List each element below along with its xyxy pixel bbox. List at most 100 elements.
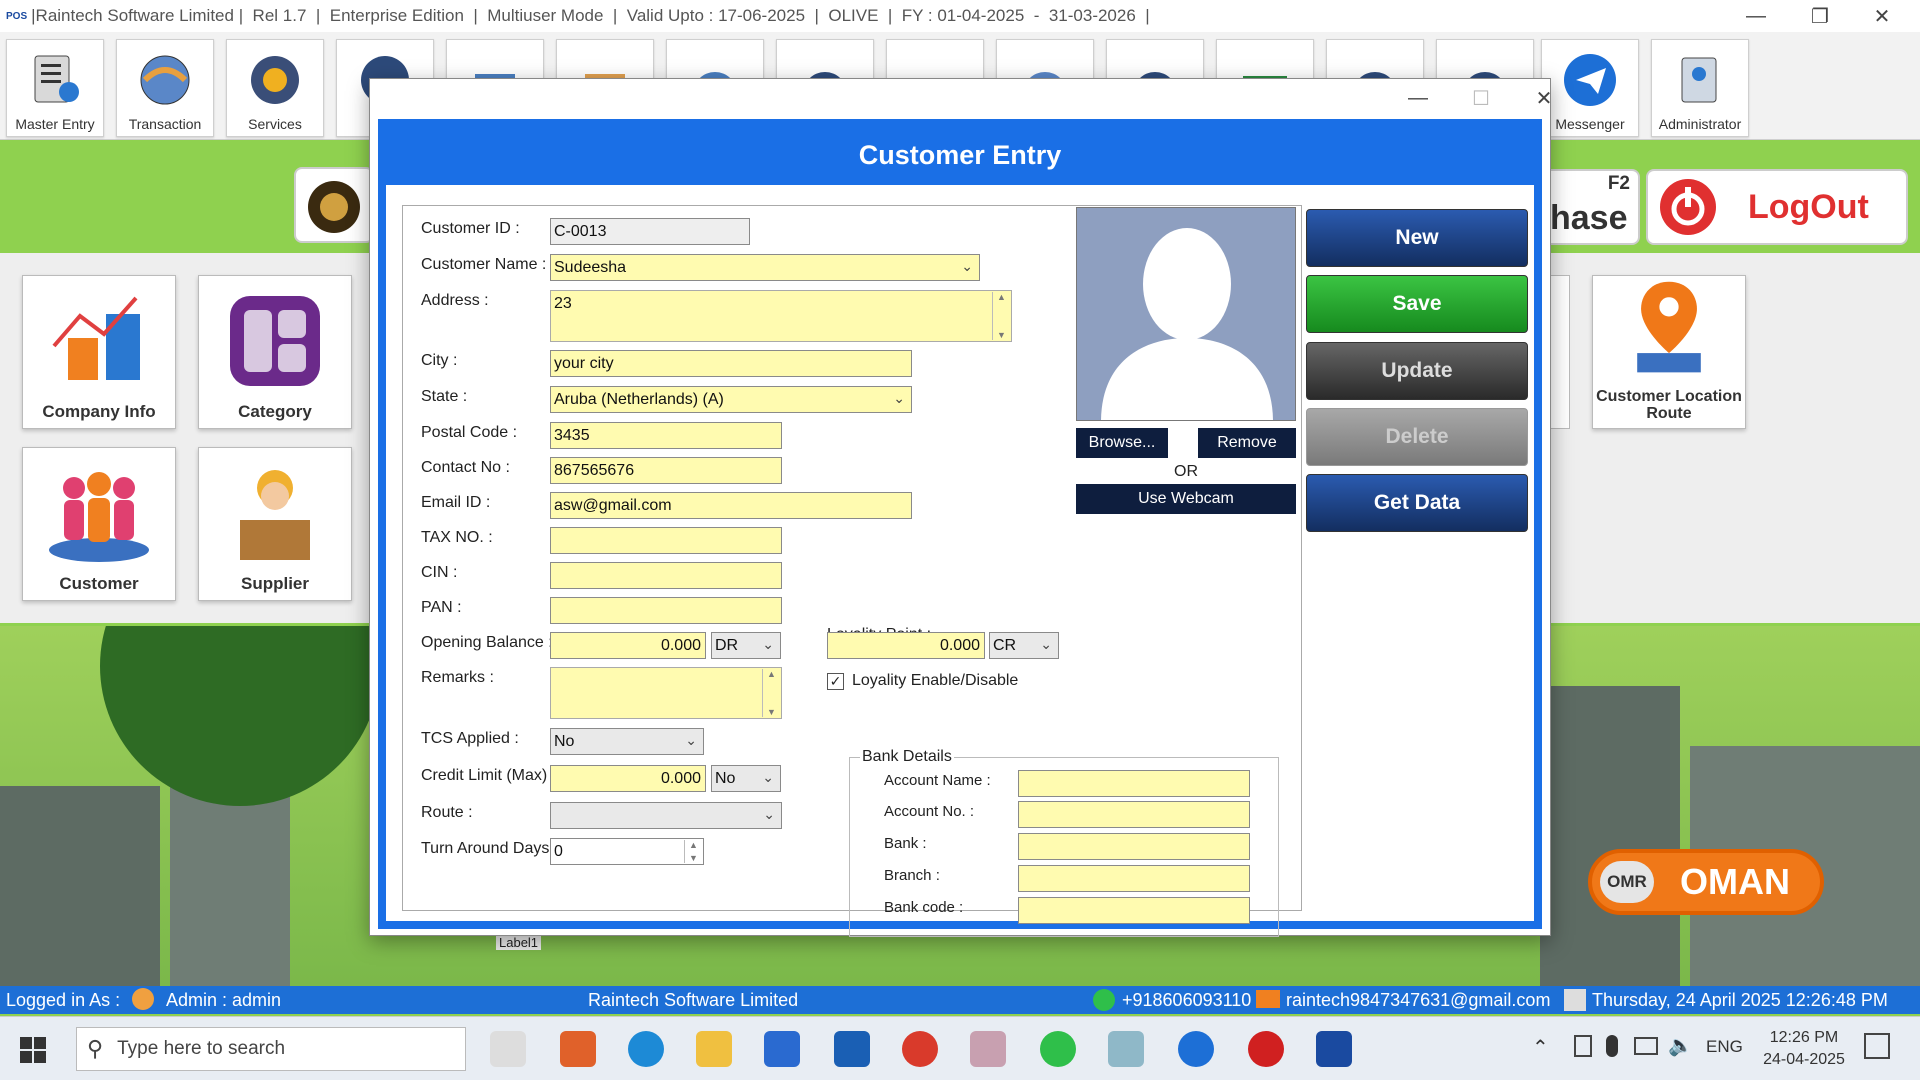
chevron-down-icon[interactable]: ⌄ bbox=[893, 390, 905, 407]
get-data-button[interactable]: Get Data bbox=[1306, 474, 1528, 532]
customer-location-route-tile[interactable]: Customer Location Route bbox=[1592, 275, 1746, 429]
outlook-icon[interactable] bbox=[834, 1031, 870, 1067]
state-select[interactable]: Aruba (Netherlands) (A) ⌄ bbox=[550, 386, 912, 413]
save-button[interactable]: Save bbox=[1306, 275, 1528, 333]
administrator-button[interactable]: Administrator bbox=[1651, 39, 1749, 137]
restore-icon[interactable]: ❐ bbox=[1790, 0, 1850, 32]
customer-name-label: Customer Name : bbox=[421, 256, 547, 273]
remove-photo-button[interactable]: Remove bbox=[1198, 428, 1296, 458]
chevron-down-icon[interactable]: ⌄ bbox=[762, 769, 774, 786]
whatsapp-taskbar-icon[interactable] bbox=[1040, 1031, 1076, 1067]
task-view-icon[interactable] bbox=[490, 1031, 526, 1067]
transaction-button[interactable]: Transaction bbox=[116, 39, 214, 137]
account-no-field[interactable] bbox=[1018, 801, 1250, 828]
services-button[interactable]: Services bbox=[226, 39, 324, 137]
remarks-field[interactable]: ▲ ▼ bbox=[550, 667, 782, 719]
notification-icon[interactable] bbox=[1864, 1033, 1890, 1059]
chrome-icon[interactable] bbox=[902, 1031, 938, 1067]
email-field[interactable]: asw@gmail.com bbox=[550, 492, 912, 519]
network-tray-icon[interactable] bbox=[1634, 1037, 1658, 1055]
state-value: Aruba (Netherlands) (A) bbox=[554, 391, 724, 408]
or-separator: OR bbox=[1174, 463, 1198, 480]
bank-field[interactable] bbox=[1018, 833, 1250, 860]
volume-icon[interactable]: 🔈 bbox=[1668, 1033, 1693, 1058]
browse-button[interactable]: Browse... bbox=[1076, 428, 1168, 458]
city-field[interactable]: your city bbox=[550, 350, 912, 377]
tax-no-field[interactable] bbox=[550, 527, 782, 554]
customer-entry-dialog: — ☐ ✕ Customer Entry Customer ID : Custo… bbox=[369, 78, 1552, 937]
taskbar-search-box[interactable]: ⚲ Type here to search bbox=[76, 1027, 466, 1071]
notepad-icon[interactable] bbox=[1108, 1031, 1144, 1067]
chevron-down-icon[interactable]: ⌄ bbox=[763, 806, 775, 823]
customer-name-combo[interactable]: Sudeesha ⌄ bbox=[550, 254, 980, 281]
branch-field[interactable] bbox=[1018, 865, 1250, 892]
lion-logo-button[interactable] bbox=[294, 167, 374, 243]
contact-no-field[interactable]: 867565676 bbox=[550, 457, 782, 484]
logout-button[interactable]: LogOut bbox=[1646, 169, 1908, 245]
taskbar-clock[interactable]: 12:26 PM 24-04-2025 bbox=[1756, 1027, 1852, 1071]
messenger-taskbar-icon[interactable] bbox=[1178, 1031, 1214, 1067]
master-entry-button[interactable]: Master Entry bbox=[6, 39, 104, 137]
remarks-scrollbar[interactable]: ▲ ▼ bbox=[762, 669, 780, 717]
spin-up-icon[interactable]: ▲ bbox=[689, 840, 698, 850]
tcs-applied-select[interactable]: No ⌄ bbox=[550, 728, 704, 755]
dialog-close-icon[interactable]: ✕ bbox=[1516, 83, 1572, 113]
chevron-down-icon[interactable]: ⌄ bbox=[1040, 636, 1052, 653]
customer-tile[interactable]: Customer bbox=[22, 447, 176, 601]
status-bar: Logged in As : Admin : admin Raintech So… bbox=[0, 986, 1920, 1014]
scroll-down-icon[interactable]: ▼ bbox=[997, 330, 1006, 340]
microphone-icon[interactable] bbox=[1606, 1035, 1618, 1057]
cin-field[interactable] bbox=[550, 562, 782, 589]
pan-field[interactable] bbox=[550, 597, 782, 624]
turn-around-days-spinner[interactable]: ▲ ▼ bbox=[684, 840, 702, 863]
windows-start-icon[interactable] bbox=[18, 1035, 48, 1065]
opening-balance-label: Opening Balance : bbox=[421, 634, 553, 651]
company-info-tile[interactable]: Company Info bbox=[22, 275, 176, 429]
chevron-down-icon[interactable]: ⌄ bbox=[685, 732, 697, 749]
address-scrollbar[interactable]: ▲ ▼ bbox=[992, 292, 1010, 340]
account-name-field[interactable] bbox=[1018, 770, 1250, 797]
raintech-taskbar-icon[interactable] bbox=[1316, 1031, 1352, 1067]
opening-balance-field[interactable]: 0.000 bbox=[550, 632, 706, 659]
use-webcam-button[interactable]: Use Webcam bbox=[1076, 484, 1296, 514]
dialog-minimize-icon[interactable]: — bbox=[1390, 83, 1446, 113]
edge-icon[interactable] bbox=[628, 1031, 664, 1067]
app-taskbar-icon[interactable] bbox=[1248, 1031, 1284, 1067]
credit-limit-field[interactable]: 0.000 bbox=[550, 765, 706, 792]
scroll-up-icon[interactable]: ▲ bbox=[767, 669, 776, 679]
address-field[interactable]: 23 ▲ ▼ bbox=[550, 290, 1012, 342]
chevron-down-icon[interactable]: ⌄ bbox=[762, 636, 774, 653]
bank-code-field[interactable] bbox=[1018, 897, 1250, 924]
cin-label: CIN : bbox=[421, 564, 458, 581]
tray-chevron-icon[interactable]: ⌃ bbox=[1532, 1035, 1549, 1060]
loyalty-enable-checkbox[interactable]: ✓ Loyality Enable/Disable bbox=[827, 672, 1018, 690]
store-icon[interactable] bbox=[764, 1031, 800, 1067]
file-explorer-icon[interactable] bbox=[696, 1031, 732, 1067]
route-select[interactable]: ⌄ bbox=[550, 802, 782, 829]
opening-balance-type-select[interactable]: DR ⌄ bbox=[711, 632, 781, 659]
scroll-down-icon[interactable]: ▼ bbox=[767, 707, 776, 717]
credit-limit-flag-select[interactable]: No ⌄ bbox=[711, 765, 781, 792]
customer-id-field[interactable]: C-0013 bbox=[550, 218, 750, 245]
office-icon[interactable] bbox=[560, 1031, 596, 1067]
close-icon[interactable]: ✕ bbox=[1852, 0, 1912, 32]
turn-around-days-field[interactable]: 0 ▲ ▼ bbox=[550, 838, 704, 865]
category-tile[interactable]: Category bbox=[198, 275, 352, 429]
postal-code-field[interactable]: 3435 bbox=[550, 422, 782, 449]
loyalty-point-type-select[interactable]: CR ⌄ bbox=[989, 632, 1059, 659]
spin-down-icon[interactable]: ▼ bbox=[689, 853, 698, 863]
checkbox-checked-icon[interactable]: ✓ bbox=[827, 672, 844, 690]
purchase-key-label: F2 bbox=[1607, 173, 1630, 194]
language-indicator[interactable]: ENG bbox=[1706, 1037, 1743, 1057]
minimize-icon[interactable]: — bbox=[1726, 0, 1786, 32]
omr-coin-icon: OMR bbox=[1600, 861, 1654, 903]
purchase-button[interactable]: F2 hase bbox=[1540, 169, 1640, 245]
scroll-up-icon[interactable]: ▲ bbox=[997, 292, 1006, 302]
chevron-down-icon[interactable]: ⌄ bbox=[961, 258, 973, 275]
supplier-tile[interactable]: Supplier bbox=[198, 447, 352, 601]
snipping-tool-icon[interactable] bbox=[970, 1031, 1006, 1067]
update-button[interactable]: Update bbox=[1306, 342, 1528, 400]
tray-device-icon[interactable] bbox=[1574, 1035, 1592, 1057]
new-button[interactable]: New bbox=[1306, 209, 1528, 267]
loyalty-point-field[interactable]: 0.000 bbox=[827, 632, 985, 659]
